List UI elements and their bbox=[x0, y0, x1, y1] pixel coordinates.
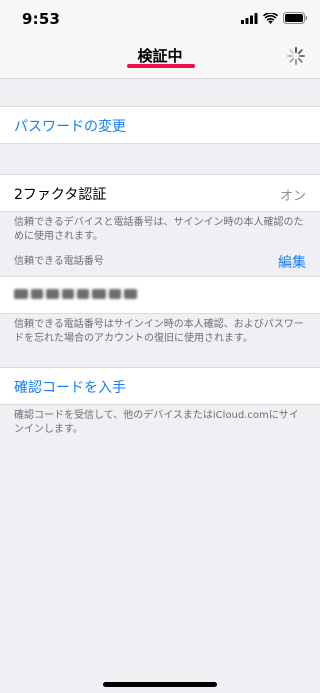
trusted-phone-number-row[interactable] bbox=[0, 276, 320, 314]
status-icons bbox=[241, 12, 308, 24]
home-indicator[interactable] bbox=[103, 682, 217, 687]
title-highlight-underline bbox=[127, 64, 195, 68]
two-factor-row[interactable]: 2ファクタ認証 オン bbox=[0, 174, 320, 212]
nav-bar: 検証中 bbox=[0, 40, 320, 79]
status-time: 9:53 bbox=[22, 10, 61, 28]
wifi-icon bbox=[263, 12, 278, 24]
spinner-icon bbox=[287, 47, 305, 65]
trusted-numbers-header: 信頼できる電話番号 bbox=[14, 256, 104, 267]
screen: 9:53 検証中 パスワードの変更 2ファクタ認証 オン 信頼できるデバイスと電… bbox=[0, 0, 320, 693]
two-factor-label: 2ファクタ認証 bbox=[14, 187, 107, 203]
get-verification-code-row[interactable]: 確認コードを入手 bbox=[0, 367, 320, 405]
signal-icon bbox=[241, 12, 258, 24]
change-password-row[interactable]: パスワードの変更 bbox=[0, 106, 320, 144]
trusted-numbers-description: 信頼できる電話番号はサインイン時の本人確認、およびパスワードを忘れた場合のアカウ… bbox=[14, 319, 304, 344]
page-title: 検証中 bbox=[137, 47, 183, 65]
get-verification-code-link[interactable]: 確認コードを入手 bbox=[14, 377, 126, 397]
blurred-phone-number bbox=[14, 289, 140, 301]
battery-icon bbox=[283, 12, 308, 24]
two-factor-status: オン bbox=[279, 189, 306, 204]
two-factor-description: 信頼できるデバイスと電話番号は、サインイン時の本人確認のために使用されます。 bbox=[14, 217, 304, 242]
edit-button[interactable]: 編集 bbox=[278, 252, 306, 272]
verification-code-description: 確認コードを受信して、他のデバイスまたはiCloud.comにサインインします。 bbox=[14, 410, 299, 435]
status-bar: 9:53 bbox=[0, 0, 320, 40]
change-password-link[interactable]: パスワードの変更 bbox=[14, 116, 126, 136]
